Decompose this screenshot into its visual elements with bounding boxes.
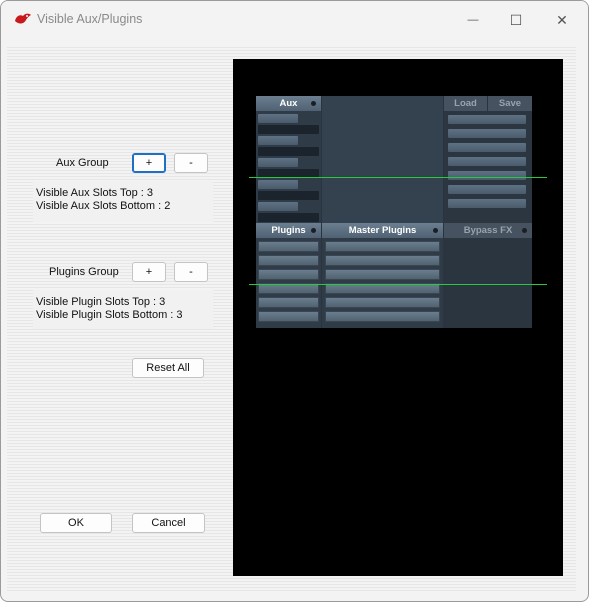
- load-button[interactable]: Load: [444, 96, 487, 111]
- reset-all-button[interactable]: Reset All: [132, 358, 204, 378]
- master-plugin-slot: [325, 269, 440, 280]
- bank-slot: [448, 171, 526, 180]
- aux-slot: [258, 125, 319, 134]
- aux-slot: [258, 191, 319, 200]
- aux-add-button[interactable]: +: [132, 153, 166, 173]
- aux-group-label: Aux Group: [56, 157, 109, 169]
- aux-slot: [258, 202, 298, 211]
- aux-slots-area: [256, 111, 321, 223]
- aux-slot: [258, 158, 298, 167]
- plugins-header-label: Plugins: [271, 225, 306, 236]
- bypass-fx-area: [444, 238, 532, 328]
- aux-header-label: Aux: [279, 98, 298, 109]
- minimize-icon: —: [467, 14, 479, 26]
- master-plugin-slot: [325, 241, 440, 252]
- aux-header-dot-icon: [311, 101, 316, 106]
- close-button[interactable]: ✕: [539, 1, 585, 39]
- aux-info-bottom: Visible Aux Slots Bottom : 2: [36, 200, 171, 212]
- plugins-divider-guide[interactable]: [249, 284, 547, 285]
- aux-info-top: Visible Aux Slots Top : 3: [36, 187, 153, 199]
- cancel-button[interactable]: Cancel: [132, 513, 205, 533]
- bank-slot: [448, 143, 526, 152]
- title-bar: Visible Aux/Plugins — ☐ ✕: [1, 1, 588, 39]
- bank-slot: [448, 115, 526, 124]
- minimize-button[interactable]: —: [450, 1, 496, 39]
- master-plugins-header: Master Plugins: [322, 223, 443, 238]
- bank-slot: [448, 199, 526, 208]
- master-plugin-slots-area: [322, 238, 443, 328]
- plugins-group-label: Plugins Group: [49, 266, 119, 278]
- save-label: Save: [498, 98, 522, 109]
- bank-slots-area: [444, 111, 532, 223]
- plugins-remove-button[interactable]: -: [174, 262, 208, 282]
- aux-slot: [258, 114, 298, 123]
- dialog-content: Aux Group + - Visible Aux Slots Top : 3 …: [7, 45, 576, 593]
- aux-header: Aux: [256, 96, 321, 111]
- plugin-slots-area: [256, 238, 321, 328]
- master-plugins-header-label: Master Plugins: [348, 225, 417, 236]
- plugins-info-top: Visible Plugin Slots Top : 3: [36, 296, 166, 308]
- aux-remove-button[interactable]: -: [174, 153, 208, 173]
- load-label: Load: [454, 98, 477, 109]
- maximize-button[interactable]: ☐: [493, 1, 539, 39]
- app-icon: [15, 13, 31, 24]
- plugins-add-button[interactable]: +: [132, 262, 166, 282]
- bank-slot: [448, 129, 526, 138]
- master-plugin-slot: [325, 297, 440, 308]
- aux-info-box: Visible Aux Slots Top : 3 Visible Aux Sl…: [33, 181, 213, 222]
- plugins-info-bottom: Visible Plugin Slots Bottom : 3: [36, 309, 183, 321]
- close-icon: ✕: [556, 11, 568, 28]
- plugin-slot: [258, 269, 319, 280]
- bypass-fx-header-dot-icon: [522, 228, 527, 233]
- ok-button[interactable]: OK: [40, 513, 112, 533]
- aux-divider-guide[interactable]: [249, 177, 547, 178]
- dialog-window: Visible Aux/Plugins — ☐ ✕ Aux Group + - …: [0, 0, 589, 602]
- window-title: Visible Aux/Plugins: [37, 12, 143, 26]
- plugins-info-box: Visible Plugin Slots Top : 3 Visible Plu…: [33, 290, 213, 329]
- bypass-fx-header: Bypass FX: [444, 223, 532, 238]
- maximize-icon: ☐: [509, 11, 523, 28]
- plugin-slot: [258, 311, 319, 322]
- bypass-fx-header-label: Bypass FX: [463, 225, 513, 236]
- aux-slot: [258, 136, 298, 145]
- plugin-slot: [258, 255, 319, 266]
- aux-slot: [258, 213, 319, 222]
- master-plugin-slot: [325, 255, 440, 266]
- master-plugin-slot: [325, 311, 440, 322]
- plugin-slot: [258, 297, 319, 308]
- master-empty-area: [322, 96, 443, 223]
- aux-slot: [258, 147, 319, 156]
- master-plugins-header-dot-icon: [433, 228, 438, 233]
- bank-slot: [448, 185, 526, 194]
- plugin-slot: [258, 241, 319, 252]
- plugins-header-dot-icon: [311, 228, 316, 233]
- save-button[interactable]: Save: [488, 96, 532, 111]
- plugins-header: Plugins: [256, 223, 321, 238]
- aux-slot: [258, 180, 298, 189]
- mixer-panel: Aux Load Save Plugins Master Plugins Byp…: [256, 96, 532, 328]
- bank-slot: [448, 157, 526, 166]
- mixer-preview: Aux Load Save Plugins Master Plugins Byp…: [233, 59, 563, 576]
